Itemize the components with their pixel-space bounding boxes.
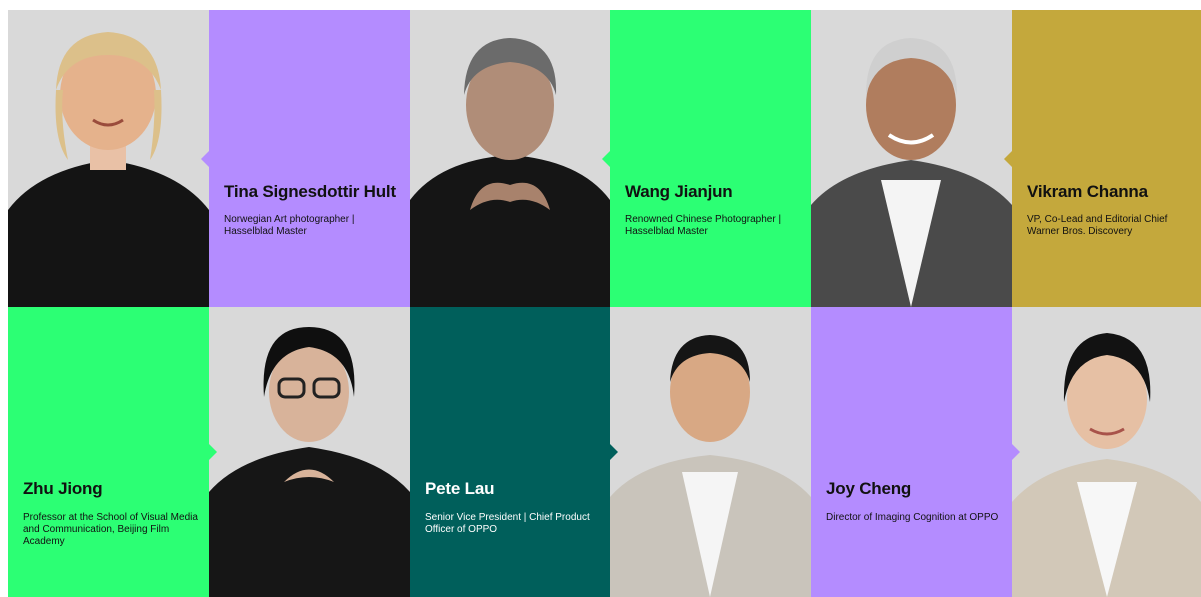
portrait-zhu [209,307,410,597]
portrait-joy [1012,307,1201,597]
speaker-title: Renowned Chinese Photographer | Hasselbl… [625,214,782,237]
info-card-vikram: Vikram Channa VP, Co-Lead and Editorial … [1004,10,1201,307]
info-card-joy: Joy Cheng Director of Imaging Cognition … [811,307,1020,597]
speaker-name: Joy Cheng [826,479,912,498]
speaker-name: Tina Signesdottir Hult [224,182,396,201]
info-card-wang: Wang Jianjun Renowned Chinese Photograph… [602,10,811,307]
speaker-name: Pete Lau [425,479,495,498]
speaker-title: Director of Imaging Cognition at OPPO [826,512,999,523]
speaker-name: Zhu Jiong [23,479,103,498]
speaker-name: Wang Jianjun [625,182,733,201]
speaker-name: Vikram Channa [1027,182,1148,201]
portrait-pete [610,307,811,597]
portrait-tina [8,10,209,307]
portrait-vikram [811,10,1012,307]
portrait-wang [410,10,610,307]
person-photo-icon [610,307,811,597]
speaker-grid: Tina Signesdottir Hult Norwegian Art pho… [8,10,1201,597]
person-photo-icon [8,10,209,307]
person-photo-icon [209,307,410,597]
info-card-zhu: Zhu Jiong Professor at the School of Vis… [8,307,217,597]
person-photo-icon [410,10,610,307]
speaker-title: Professor at the School of Visual Media … [23,512,198,547]
info-card-pete: Pete Lau Senior Vice President | Chief P… [410,307,618,597]
speaker-title: Senior Vice President | Chief Product Of… [425,512,590,535]
person-photo-icon [811,10,1012,307]
speaker-title: VP, Co-Lead and Editorial Chief Warner B… [1027,214,1168,237]
speaker-title: Norwegian Art photographer | Hasselblad … [224,214,355,237]
info-card-tina: Tina Signesdottir Hult Norwegian Art pho… [201,10,410,307]
person-photo-icon [1012,307,1201,597]
